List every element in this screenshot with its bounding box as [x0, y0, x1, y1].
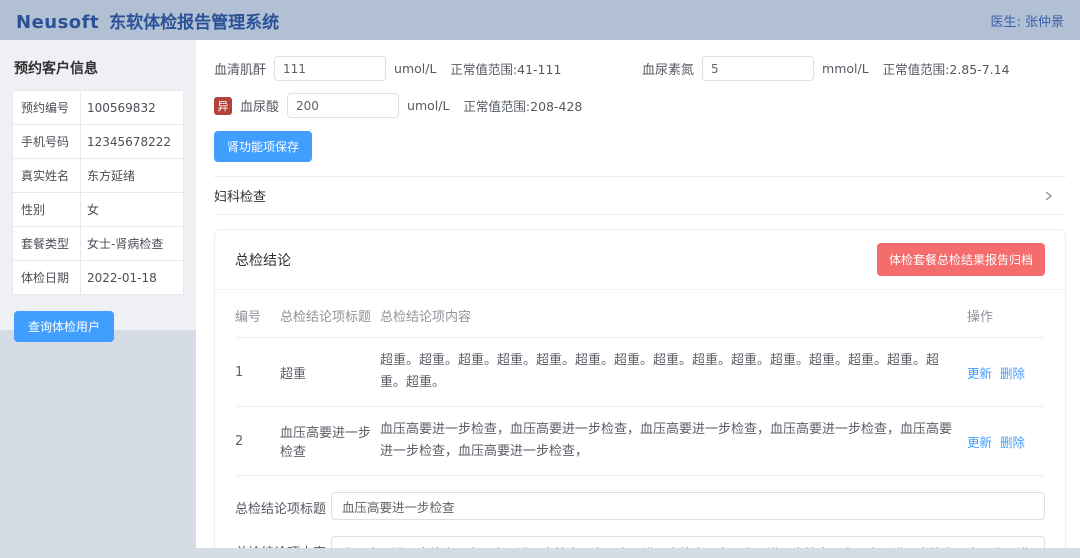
- gynecology-collapse[interactable]: 妇科检查: [214, 176, 1066, 215]
- field-blood-uric-acid: 异 血尿酸 umol/L 正常值范围:208-428: [214, 93, 642, 118]
- info-label: 性别: [13, 193, 81, 227]
- chevron-right-icon: [1042, 190, 1054, 202]
- col-header-content: 总检结论项内容: [380, 306, 967, 325]
- conclusion-content-label: 总检结论项内容: [235, 536, 331, 548]
- info-row-phone: 手机号码 12345678222: [13, 125, 184, 159]
- field-normal-range: 正常值范围:41-111: [450, 59, 561, 78]
- info-value: 东方延绪: [81, 159, 184, 193]
- row-no: 2: [235, 434, 280, 449]
- field-label: 血清肌酐: [214, 59, 266, 78]
- conclusion-title-label: 总检结论项标题: [235, 492, 331, 517]
- delete-link[interactable]: 删除: [1000, 363, 1025, 382]
- info-label: 体检日期: [13, 261, 81, 295]
- info-label: 预约编号: [13, 91, 81, 125]
- conclusion-title-field: 总检结论项标题: [235, 492, 1045, 520]
- conclusion-content-textarea[interactable]: 血压高要进一步检查，血压高要进一步检查，血压高要进一步检查，血压高要进一步检查，…: [331, 536, 1045, 548]
- info-row-booking-no: 预约编号 100569832: [13, 91, 184, 125]
- serum-creatinine-input[interactable]: [274, 56, 386, 81]
- brand-logo: Neusoft: [16, 12, 99, 33]
- info-value: 12345678222: [81, 125, 184, 159]
- conclusion-table-header: 编号 总检结论项标题 总检结论项内容 操作: [235, 294, 1045, 338]
- row-title: 超重: [280, 363, 380, 382]
- field-normal-range: 正常值范围:208-428: [463, 96, 582, 115]
- info-row-date: 体检日期 2022-01-18: [13, 261, 184, 295]
- customer-info-table: 预约编号 100569832 手机号码 12345678222 真实姓名 东方延…: [12, 90, 184, 295]
- info-label: 套餐类型: [13, 227, 81, 261]
- field-unit: mmol/L: [822, 61, 869, 76]
- conclusion-row: 2 血压高要进一步检查 血压高要进一步检查，血压高要进一步检查，血压高要进一步检…: [235, 407, 1045, 476]
- query-user-button[interactable]: 查询体检用户: [14, 311, 114, 342]
- app-title: 东软体检报告管理系统: [109, 8, 279, 33]
- info-row-gender: 性别 女: [13, 193, 184, 227]
- save-kidney-button[interactable]: 肾功能项保存: [214, 131, 312, 162]
- conclusion-title-input[interactable]: [331, 492, 1045, 520]
- row-title: 血压高要进一步检查: [280, 422, 380, 460]
- info-row-package: 套餐类型 女士-肾病检查: [13, 227, 184, 261]
- row-content: 血压高要进一步检查，血压高要进一步检查，血压高要进一步检查，血压高要进一步检查，…: [380, 419, 967, 463]
- info-value: 女士-肾病检查: [81, 227, 184, 261]
- field-label: 血尿素氮: [642, 59, 694, 78]
- main-content: 血清肌酐 umol/L 正常值范围:41-111 血尿素氮 mmol/L 正常值…: [196, 40, 1080, 548]
- field-label: 血尿酸: [240, 96, 279, 115]
- row-content: 超重。超重。超重。超重。超重。超重。超重。超重。超重。超重。超重。超重。超重。超…: [380, 350, 967, 394]
- conclusion-row: 1 超重 超重。超重。超重。超重。超重。超重。超重。超重。超重。超重。超重。超重…: [235, 338, 1045, 407]
- collapse-label: 妇科检查: [214, 186, 266, 205]
- field-serum-creatinine: 血清肌酐 umol/L 正常值范围:41-111: [214, 56, 642, 81]
- row-no: 1: [235, 365, 280, 380]
- conclusion-panel-body: 编号 总检结论项标题 总检结论项内容 操作 1 超重 超重。超重。超重。超重。超…: [215, 290, 1065, 548]
- info-value: 100569832: [81, 91, 184, 125]
- conclusion-title: 总检结论: [235, 250, 291, 270]
- update-link[interactable]: 更新: [967, 432, 992, 451]
- customer-info-title: 预约客户信息: [12, 52, 184, 90]
- field-unit: umol/L: [394, 61, 436, 76]
- conclusion-panel: 总检结论 体检套餐总检结果报告归档 编号 总检结论项标题 总检结论项内容 操作 …: [214, 229, 1066, 548]
- kidney-fields-section: 血清肌酐 umol/L 正常值范围:41-111 血尿素氮 mmol/L 正常值…: [214, 56, 1066, 118]
- col-header-no: 编号: [235, 306, 280, 325]
- sidebar: 预约客户信息 预约编号 100569832 手机号码 12345678222 真…: [0, 40, 196, 558]
- customer-info-panel: 预约客户信息 预约编号 100569832 手机号码 12345678222 真…: [0, 40, 196, 330]
- conclusion-panel-header: 总检结论 体检套餐总检结果报告归档: [215, 230, 1065, 290]
- col-header-operation: 操作: [967, 306, 1045, 325]
- update-link[interactable]: 更新: [967, 363, 992, 382]
- field-normal-range: 正常值范围:2.85-7.14: [883, 59, 1010, 78]
- archive-report-button[interactable]: 体检套餐总检结果报告归档: [877, 243, 1045, 276]
- info-value: 2022-01-18: [81, 261, 184, 295]
- col-header-title: 总检结论项标题: [280, 306, 380, 325]
- blood-uric-acid-input[interactable]: [287, 93, 399, 118]
- delete-link[interactable]: 删除: [1000, 432, 1025, 451]
- info-value: 女: [81, 193, 184, 227]
- info-row-name: 真实姓名 东方延绪: [13, 159, 184, 193]
- header-bar: Neusoft 东软体检报告管理系统 医生: 张仲景: [0, 0, 1080, 40]
- doctor-name: 医生: 张仲景: [990, 11, 1064, 30]
- blood-urea-nitrogen-input[interactable]: [702, 56, 814, 81]
- info-label: 真实姓名: [13, 159, 81, 193]
- conclusion-content-field: 总检结论项内容 血压高要进一步检查，血压高要进一步检查，血压高要进一步检查，血压…: [235, 536, 1045, 548]
- field-blood-urea-nitrogen: 血尿素氮 mmol/L 正常值范围:2.85-7.14: [642, 56, 1066, 81]
- abnormal-badge: 异: [214, 97, 232, 115]
- info-label: 手机号码: [13, 125, 81, 159]
- field-unit: umol/L: [407, 98, 449, 113]
